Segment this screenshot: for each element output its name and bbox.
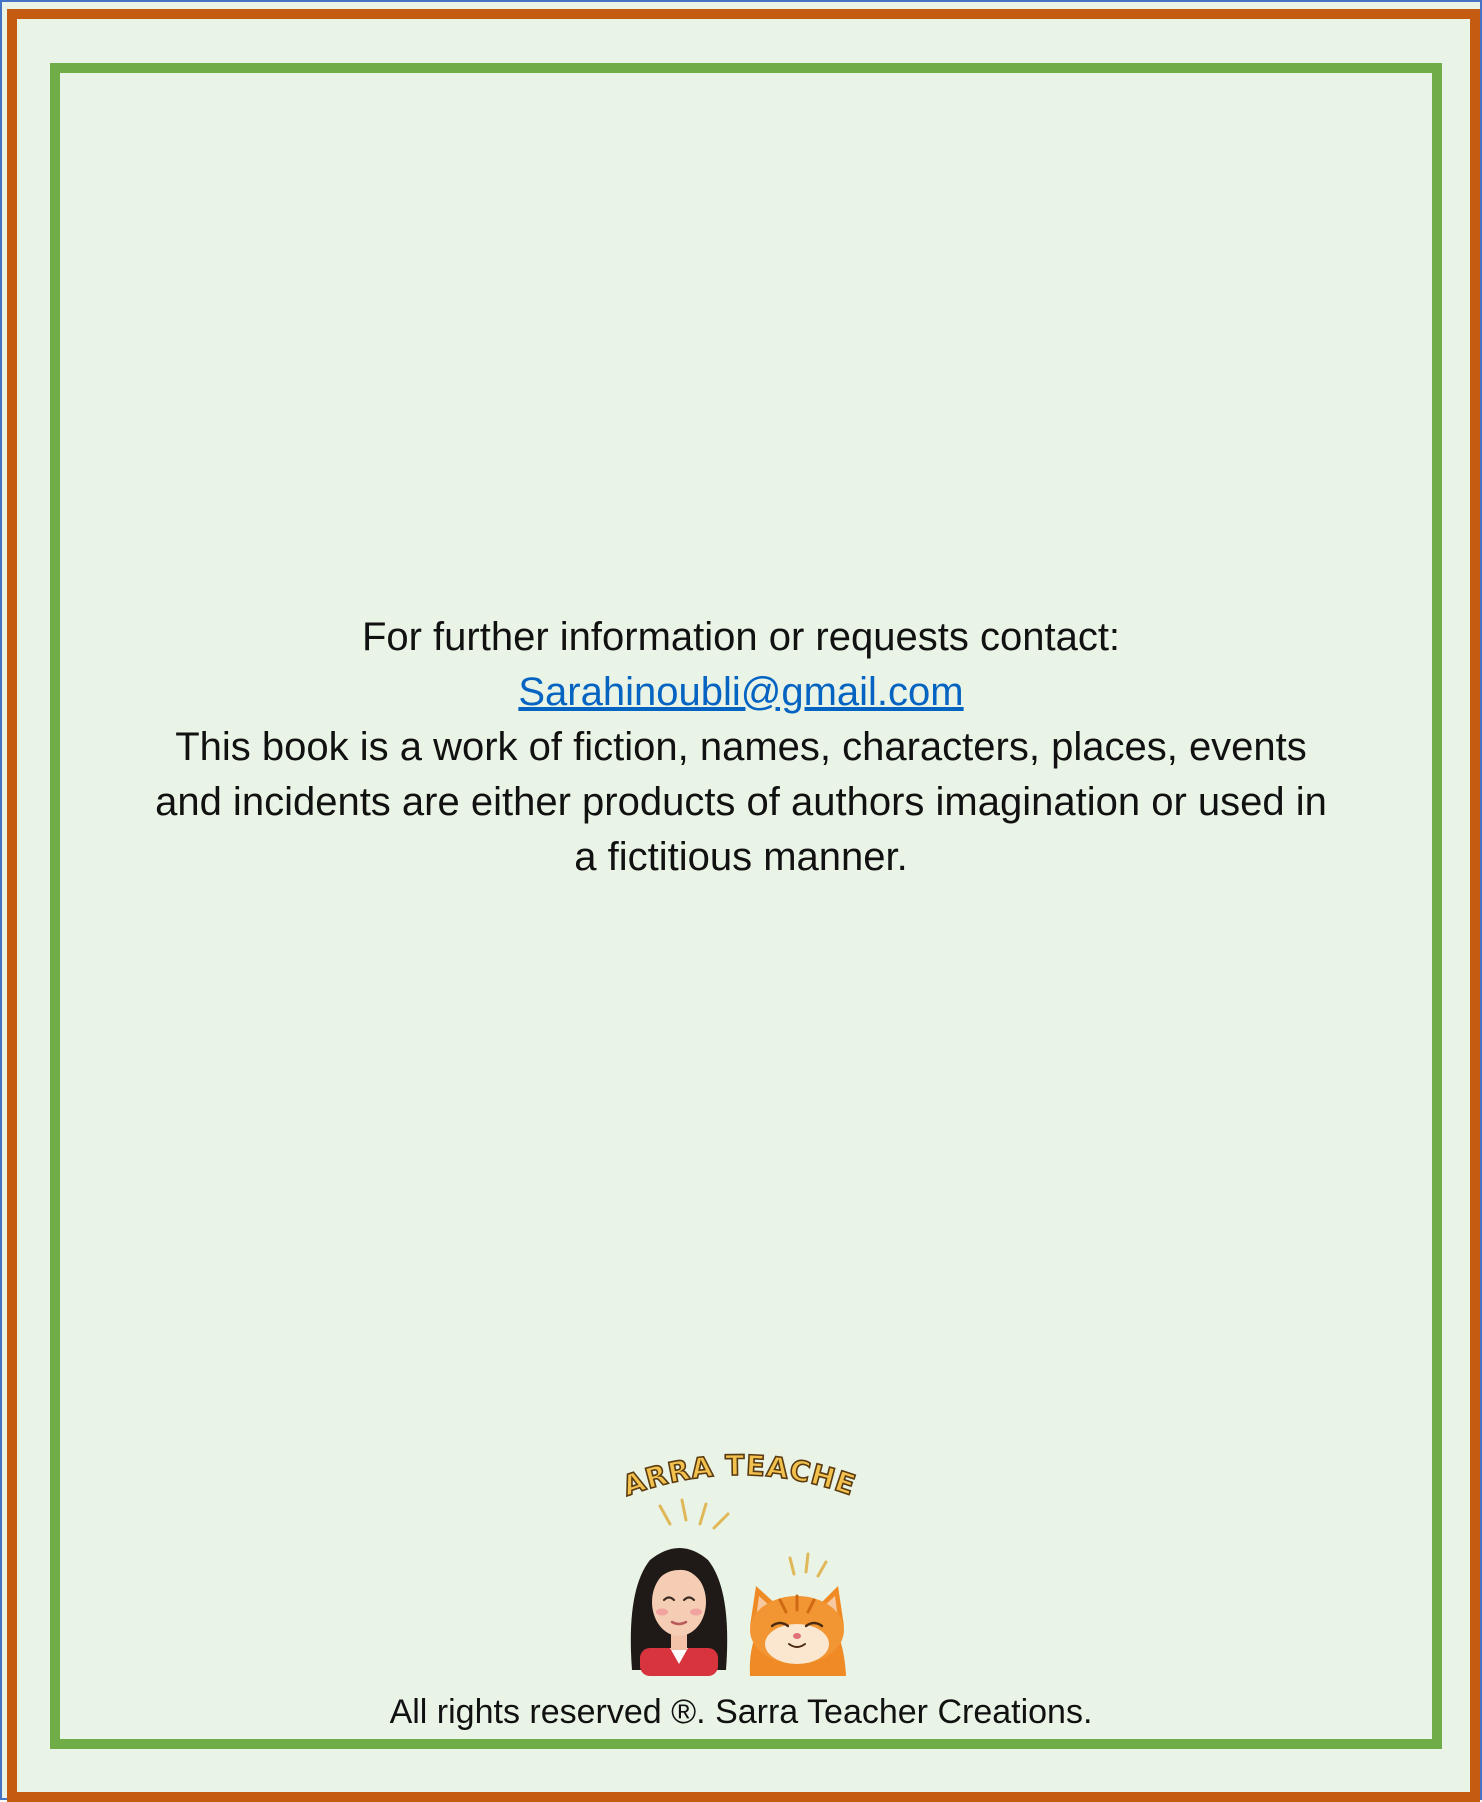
contact-heading: For further information or requests cont… — [361, 615, 1121, 659]
contact-email-link[interactable]: Sarahinoubli@gmail.com — [518, 670, 963, 714]
copyright-footer: All rights reserved ®. Sarra Teacher Cre… — [389, 1693, 1093, 1731]
disclaimer-line-2: and incidents are either products of aut… — [155, 780, 1327, 824]
info-text-block: For further information or requests cont… — [90, 610, 1392, 885]
logo-text: SARRA TEACHER — [600, 1440, 860, 1503]
girl-avatar-icon — [630, 1548, 728, 1676]
cat-icon — [749, 1586, 846, 1676]
disclaimer-line-1: This book is a work of fiction, names, c… — [175, 725, 1307, 769]
sarra-teacher-logo: SARRA TEACHER — [600, 1440, 860, 1676]
disclaimer-line-3: a fictitious manner. — [574, 835, 908, 879]
